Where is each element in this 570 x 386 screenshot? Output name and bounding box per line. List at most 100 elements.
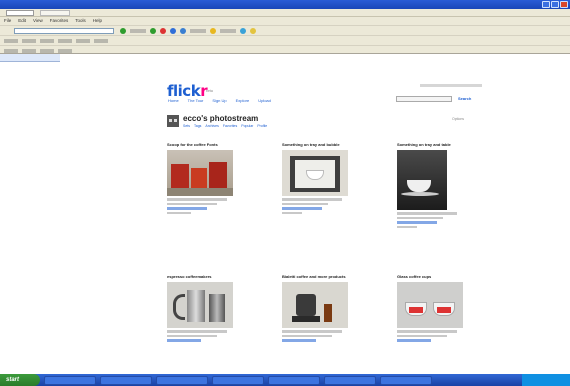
set-thumbnail[interactable]	[167, 282, 233, 328]
set-link[interactable]	[167, 207, 207, 210]
links-item[interactable]	[76, 39, 90, 43]
set-meta	[167, 334, 217, 337]
set-title[interactable]: Something on tray and bubble	[282, 142, 382, 147]
set-link[interactable]	[282, 207, 322, 210]
maximize-button[interactable]	[551, 1, 559, 8]
toolbar-buttons	[120, 28, 256, 34]
browser-tab[interactable]	[40, 10, 70, 16]
back-label	[130, 29, 146, 33]
set-meta	[167, 202, 217, 205]
set-title[interactable]: Something on tray and table	[397, 142, 497, 147]
search-button[interactable]: Search	[458, 96, 471, 101]
system-tray	[522, 374, 570, 386]
link-sets[interactable]: Sets	[183, 124, 190, 128]
link-archives[interactable]: Archives	[205, 124, 218, 128]
search-input[interactable]	[396, 96, 452, 102]
close-button[interactable]	[560, 1, 568, 8]
nav-explore[interactable]: Explore	[236, 98, 250, 103]
set-link[interactable]	[282, 339, 316, 342]
set-thumbnail[interactable]	[282, 282, 348, 328]
links-item[interactable]	[40, 39, 54, 43]
taskbar-item[interactable]	[268, 375, 320, 385]
menu-edit[interactable]: Edit	[18, 17, 26, 25]
nav-home[interactable]: Home	[168, 98, 179, 103]
set-thumbnail[interactable]	[282, 150, 348, 196]
taskbar-item[interactable]	[44, 375, 96, 385]
set-card: Bialetti coffee and more products	[282, 274, 382, 342]
toolbar-item[interactable]	[4, 49, 18, 53]
address-input[interactable]	[14, 28, 114, 34]
favorites-label	[220, 29, 236, 33]
set-card: Glass coffee cups	[397, 274, 497, 342]
favorites-icon[interactable]	[210, 28, 216, 34]
set-meta	[397, 212, 457, 215]
window-controls	[542, 1, 568, 8]
menu-favorites[interactable]: Favorites	[50, 17, 69, 25]
taskbar-item[interactable]	[156, 375, 208, 385]
set-link[interactable]	[397, 221, 437, 224]
set-link[interactable]	[167, 339, 201, 342]
logo-beta: beta	[206, 89, 213, 93]
links-item[interactable]	[22, 39, 36, 43]
set-meta	[282, 202, 328, 205]
user-links[interactable]	[420, 84, 482, 87]
tab-row	[0, 9, 570, 17]
sidebar-tab[interactable]	[0, 54, 60, 62]
home-icon[interactable]	[180, 28, 186, 34]
toolbar-item[interactable]	[40, 49, 54, 53]
browser-tab-active[interactable]	[6, 10, 34, 16]
set-meta	[282, 334, 332, 337]
taskbar: start	[0, 374, 570, 386]
taskbar-item[interactable]	[324, 375, 376, 385]
set-meta	[397, 216, 443, 219]
window-titlebar	[0, 0, 570, 9]
set-meta	[167, 198, 227, 201]
set-meta	[167, 330, 227, 333]
set-meta	[397, 334, 447, 337]
stop-icon[interactable]	[160, 28, 166, 34]
toolbar-item[interactable]	[58, 49, 72, 53]
forward-icon[interactable]	[150, 28, 156, 34]
start-button[interactable]: start	[0, 374, 40, 386]
menu-tools[interactable]: Tools	[75, 17, 86, 25]
link-popular[interactable]: Popular	[241, 124, 253, 128]
history-icon[interactable]	[250, 28, 256, 34]
set-title[interactable]: espresso coffeemakers	[167, 274, 267, 279]
refresh-icon[interactable]	[170, 28, 176, 34]
minimize-button[interactable]	[542, 1, 550, 8]
search-label	[190, 29, 206, 33]
set-title[interactable]: Bialetti coffee and more products	[282, 274, 382, 279]
set-thumbnail[interactable]	[167, 150, 233, 196]
nav-signup[interactable]: Sign Up	[212, 98, 226, 103]
back-icon[interactable]	[120, 28, 126, 34]
taskbar-item[interactable]	[380, 375, 432, 385]
set-link[interactable]	[397, 339, 431, 342]
set-thumbnail[interactable]	[397, 150, 447, 210]
options-link[interactable]: Options	[452, 117, 464, 121]
photostream-links: Sets Tags Archives Favorites Popular Pro…	[183, 124, 267, 128]
links-item[interactable]	[94, 39, 108, 43]
nav-tour[interactable]: The Tour	[188, 98, 204, 103]
buddy-icon[interactable]	[167, 115, 179, 127]
taskbar-item[interactable]	[100, 375, 152, 385]
set-card: Something on tray and table	[397, 142, 497, 228]
main-nav: Home The Tour Sign Up Explore Upload	[168, 98, 271, 103]
menu-view[interactable]: View	[33, 17, 43, 25]
menu-help[interactable]: Help	[93, 17, 102, 25]
media-icon[interactable]	[240, 28, 246, 34]
set-title[interactable]: Scoop for the coffee Fonts	[167, 142, 267, 147]
links-item[interactable]	[58, 39, 72, 43]
page-content: flickr beta Home The Tour Sign Up Explor…	[0, 62, 570, 374]
link-favorites[interactable]: Favorites	[223, 124, 237, 128]
taskbar-item[interactable]	[212, 375, 264, 385]
set-title[interactable]: Glass coffee cups	[397, 274, 497, 279]
set-meta	[282, 211, 302, 214]
menu-bar: File Edit View Favorites Tools Help	[0, 17, 570, 25]
link-tags[interactable]: Tags	[194, 124, 201, 128]
toolbar-item[interactable]	[22, 49, 36, 53]
links-item[interactable]	[4, 39, 18, 43]
link-profile[interactable]: Profile	[257, 124, 267, 128]
nav-upload[interactable]: Upload	[258, 98, 271, 103]
set-thumbnail[interactable]	[397, 282, 463, 328]
menu-file[interactable]: File	[4, 17, 11, 25]
